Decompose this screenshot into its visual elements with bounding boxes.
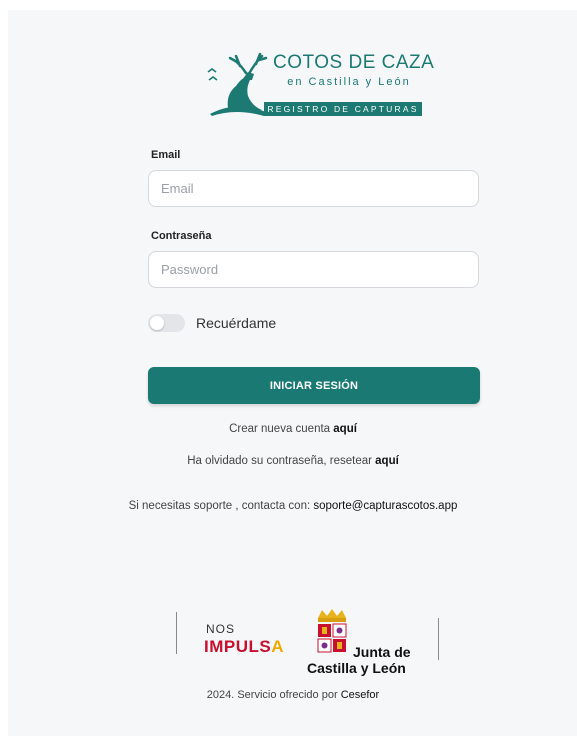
logo-title: COTOS DE CAZA	[273, 52, 435, 73]
credit-text: 2024. Servicio ofrecido por	[206, 689, 338, 701]
logo-subtitle: en Castilla y León	[287, 76, 411, 88]
junta-crest-icon	[317, 609, 347, 653]
login-page: COTOS DE CAZA en Castilla y León REGISTR…	[8, 10, 577, 736]
impulsa-logo: IMPULSA	[204, 637, 284, 657]
password-label: Contraseña	[151, 230, 212, 242]
reset-password-link[interactable]: aquí	[375, 455, 399, 467]
reset-password-text: Ha olvidado su contraseña, resetear	[187, 455, 372, 467]
reset-password-line: Ha olvidado su contraseña, resetear aquí	[8, 455, 577, 467]
impulsa-last-letter: A	[271, 637, 285, 656]
junta-name-line1: Junta de	[353, 644, 411, 660]
login-button[interactable]: INICIAR SESIÓN	[148, 367, 480, 404]
cotos-de-caza-logo: COTOS DE CAZA en Castilla y León REGISTR…	[206, 50, 435, 116]
remember-label[interactable]: Recuérdame	[196, 315, 276, 331]
impulsa-text: IMPULS	[204, 637, 272, 656]
create-account-text: Crear nueva cuenta	[229, 423, 331, 435]
create-account-line: Crear nueva cuenta aquí	[8, 423, 577, 435]
support-email-link[interactable]: soporte@capturascotos.app	[313, 500, 457, 512]
nos-text: NOS	[206, 622, 236, 636]
cesefor-link[interactable]: Cesefor	[341, 689, 380, 701]
email-label: Email	[151, 149, 181, 161]
remember-toggle[interactable]	[148, 314, 185, 332]
password-field[interactable]	[148, 251, 479, 288]
logo-band: REGISTRO DE CAPTURAS	[264, 102, 422, 116]
email-field[interactable]	[148, 170, 479, 207]
footer-divider-right	[438, 618, 439, 660]
junta-name-line2: Castilla y León	[307, 660, 406, 676]
support-text: Si necesitas soporte , contacta con:	[128, 500, 311, 512]
toggle-knob	[150, 316, 164, 330]
footer-credit: 2024. Servicio ofrecido por Cesefor	[8, 689, 577, 701]
support-line: Si necesitas soporte , contacta con: sop…	[8, 500, 577, 512]
create-account-link[interactable]: aquí	[333, 423, 357, 435]
footer-divider-left	[176, 612, 177, 654]
